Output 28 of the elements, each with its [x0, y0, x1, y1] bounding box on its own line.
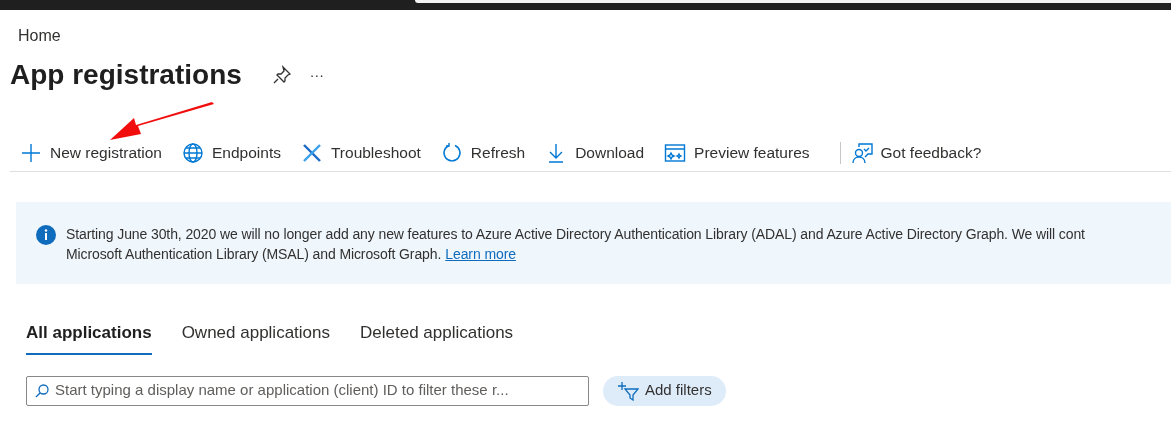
tab[interactable]: Deleted applications — [360, 320, 514, 355]
page-title: App registrations — [10, 58, 242, 92]
banner-message: Microsoft Authentication Library (MSAL) and Microsoft Graph. — [66, 245, 442, 264]
toolbar-button[interactable]: Refresh — [440, 140, 526, 165]
learn-more-link[interactable]: Learn more — [445, 244, 516, 264]
globe-icon — [182, 141, 204, 164]
more-button[interactable]: ··· — [309, 64, 324, 86]
toolbar-button[interactable]: Got feedback? — [850, 140, 982, 165]
feedback-icon — [850, 141, 873, 164]
filter-icon — [617, 380, 639, 401]
refresh-icon — [440, 141, 463, 164]
toolbar-button[interactable]: Preview features — [664, 140, 810, 165]
tab[interactable]: All applications — [26, 320, 152, 355]
info-icon — [36, 225, 56, 245]
toolbar-button[interactable]: New registration — [20, 140, 162, 165]
tools-icon — [300, 141, 323, 164]
add-filters-button[interactable]: Add filters — [603, 375, 726, 406]
banner-message: Starting June 30th, 2020 we will no longer add any new features to Azure Active Directory Authentication Library (ADAL) and Azure Active Directory Graph. We will cont — [66, 225, 1085, 244]
toolbar-button[interactable]: Troubleshoot — [300, 140, 421, 165]
plus-icon — [20, 141, 42, 164]
search-icon — [35, 383, 49, 398]
toolbar-button[interactable]: Endpoints — [182, 140, 281, 165]
toolbar-button[interactable]: Download — [545, 140, 645, 165]
preview-icon — [664, 141, 687, 164]
pin-icon[interactable] — [271, 65, 292, 85]
breadcrumb-link[interactable]: Home — [18, 27, 61, 44]
search-field[interactable]: Start typing a display name or application (client) ID to filter these r... — [26, 375, 589, 406]
tab[interactable]: Owned applications — [181, 320, 330, 355]
